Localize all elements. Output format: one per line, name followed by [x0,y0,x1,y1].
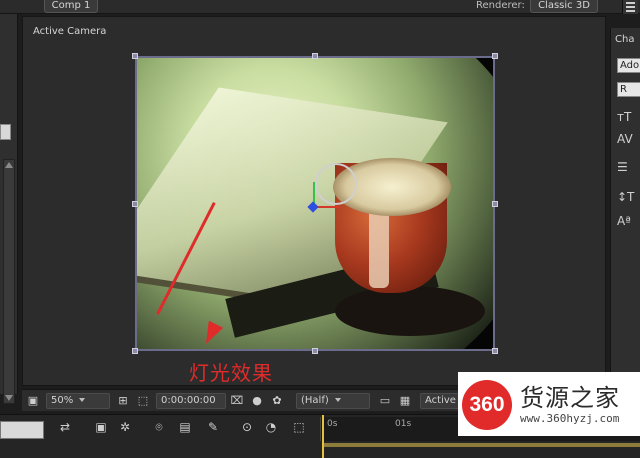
marker-icon[interactable]: ◔ [262,418,280,436]
brush-icon[interactable]: ✎ [204,418,222,436]
frame-handle[interactable] [492,348,498,354]
tab-character[interactable]: Cha [615,34,634,45]
viewer-title: Active Camera [33,26,107,37]
frame-handle[interactable] [132,348,138,354]
work-area-bar[interactable] [322,443,640,447]
tab-comp1[interactable]: Comp 1 [44,0,98,13]
frame-handle[interactable] [132,53,138,59]
grid-icon[interactable]: ▣ [26,394,40,408]
renderer-select[interactable]: Classic 3D [530,0,598,13]
timeline-search-field[interactable] [0,421,44,439]
region-icon[interactable]: ⬚ [136,394,150,408]
frame-handle[interactable] [492,201,498,207]
scroll-up-icon[interactable] [5,162,13,168]
zoom-select[interactable]: 50% [46,393,110,409]
frame-handle[interactable] [312,53,318,59]
region-of-interest-icon[interactable]: ▭ [378,394,392,408]
resolution-value: (Half) [301,395,329,406]
resolution-select[interactable]: (Half) [296,393,370,409]
composition-frame[interactable] [135,56,495,351]
frame-handle[interactable] [492,53,498,59]
annotation-label: 灯光效果 [189,361,273,385]
baseline-shift-icon[interactable]: Aª [617,212,639,230]
vertical-scale-icon[interactable]: ↕T [617,188,639,206]
transparency-grid-icon[interactable]: ▦ [398,394,412,408]
stroke-icon[interactable]: ☰ [617,158,639,176]
tracking-icon[interactable]: AV [617,130,639,148]
character-panel: Cha Ado R ᴛT AV ☰ ↕T Aª [610,28,640,392]
menu-icon[interactable] [622,0,638,14]
zoom-value: 50% [51,395,74,406]
safe-area-icon[interactable]: ⊞ [116,394,130,408]
watermark-brand: 货源之家 [520,384,620,412]
light-gizmo-ring[interactable] [315,163,357,205]
font-family-field[interactable]: Ado [617,58,640,73]
watermark-url: www.360hyzj.com [520,412,620,425]
left-search-field[interactable] [0,124,11,140]
shy-icon[interactable]: ✲ [116,418,134,436]
frame-handle[interactable] [312,348,318,354]
mask-icon[interactable]: ⬚ [290,418,308,436]
watermark: 360 货源之家 www.360hyzj.com [458,372,640,436]
top-strip: Comp 1 Renderer: Classic 3D [0,0,640,14]
motion-blur-icon[interactable]: ▤ [176,418,194,436]
ruler-label: 01s [395,419,412,429]
renderer-label: Renderer: [476,0,525,11]
font-style-field[interactable]: R [617,82,640,97]
graph-editor-icon[interactable]: ⊙ [238,418,256,436]
draft-3d-icon[interactable]: ▣ [92,418,110,436]
font-size-icon[interactable]: ᴛT [617,108,639,126]
frame-handle[interactable] [132,201,138,207]
camera-icon[interactable]: ⌧ [230,394,244,408]
person-icon[interactable]: ● [250,394,264,408]
frame-blending-icon[interactable]: ⌾ [150,418,168,436]
current-time-indicator[interactable] [322,415,324,458]
watermark-logo: 360 [462,380,512,430]
saucer-image [335,286,485,336]
ruler-label: 0s [327,419,338,429]
left-scrollbar[interactable] [3,159,15,404]
left-panel: ⚲ [0,14,18,404]
scroll-down-icon[interactable] [5,395,13,401]
composition-mini-flowchart-icon[interactable]: ⇄ [56,418,74,436]
timecode-field[interactable]: 0:00:00:00 [156,393,226,409]
color-channels-icon[interactable]: ✿ [270,394,284,408]
composition-viewer: Active Camera 灯光效果 [22,16,606,386]
